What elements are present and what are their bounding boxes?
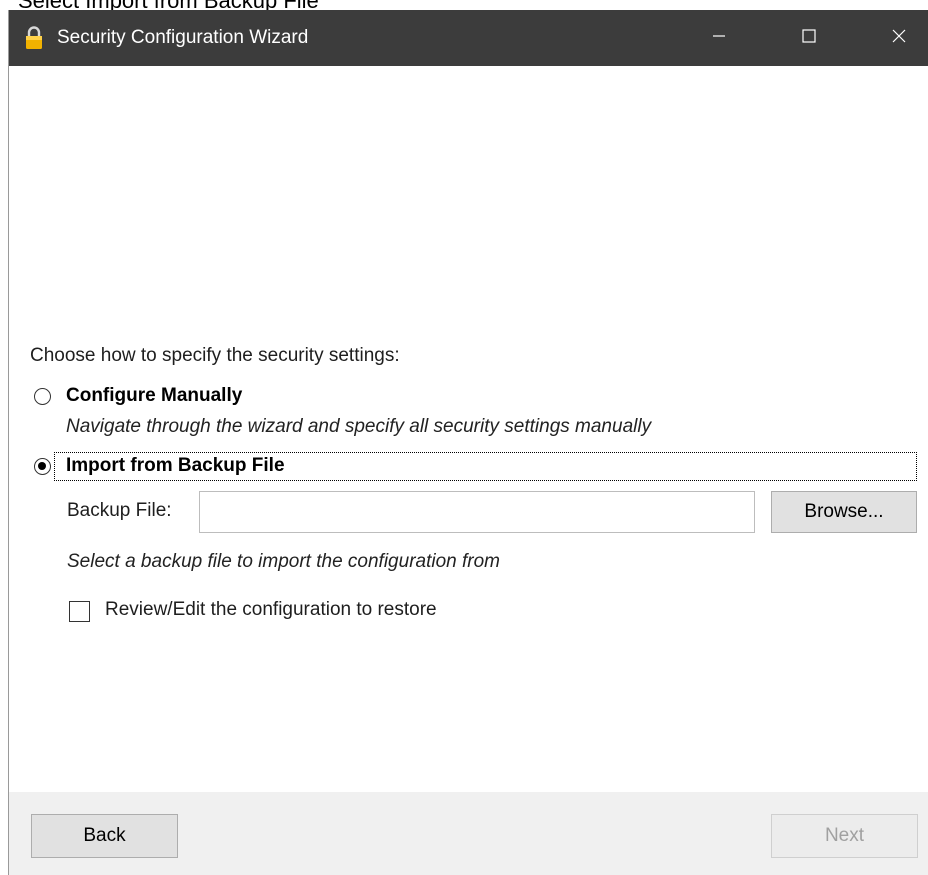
back-button[interactable]: Back — [31, 814, 178, 858]
wizard-window: Security Configuration Wizard Choose how… — [8, 10, 928, 875]
caption-strip: Select Import from Backup File — [0, 0, 928, 10]
title-bar[interactable]: Security Configuration Wizard — [9, 10, 928, 66]
import-backup-radio[interactable] — [34, 458, 51, 475]
next-button[interactable]: Next — [771, 814, 918, 858]
close-button[interactable] — [869, 10, 928, 66]
configure-manually-radio[interactable] — [34, 388, 51, 405]
settings-prompt: Choose how to specify the security setti… — [30, 345, 400, 366]
close-icon — [892, 29, 906, 48]
configure-manually-description: Navigate through the wizard and specify … — [66, 416, 652, 437]
backup-file-hint: Select a backup file to import the confi… — [67, 551, 501, 572]
maximize-icon — [802, 28, 816, 48]
import-backup-label[interactable]: Import from Backup File — [66, 455, 285, 477]
caption-text: Select Import from Backup File — [18, 0, 319, 10]
review-edit-label[interactable]: Review/Edit the configuration to restore — [105, 599, 437, 621]
wizard-footer: Back Next — [9, 792, 928, 875]
maximize-button[interactable] — [779, 10, 839, 66]
review-edit-checkbox[interactable] — [69, 601, 90, 622]
wizard-content: Choose how to specify the security setti… — [9, 66, 928, 792]
window-title: Security Configuration Wizard — [57, 27, 309, 48]
minimize-icon — [712, 29, 726, 48]
minimize-button[interactable] — [689, 10, 749, 66]
configure-manually-label[interactable]: Configure Manually — [66, 385, 242, 407]
lock-icon — [25, 26, 43, 50]
backup-file-label: Backup File: — [67, 500, 172, 521]
browse-button[interactable]: Browse... — [771, 491, 917, 533]
backup-file-input[interactable] — [199, 491, 755, 533]
